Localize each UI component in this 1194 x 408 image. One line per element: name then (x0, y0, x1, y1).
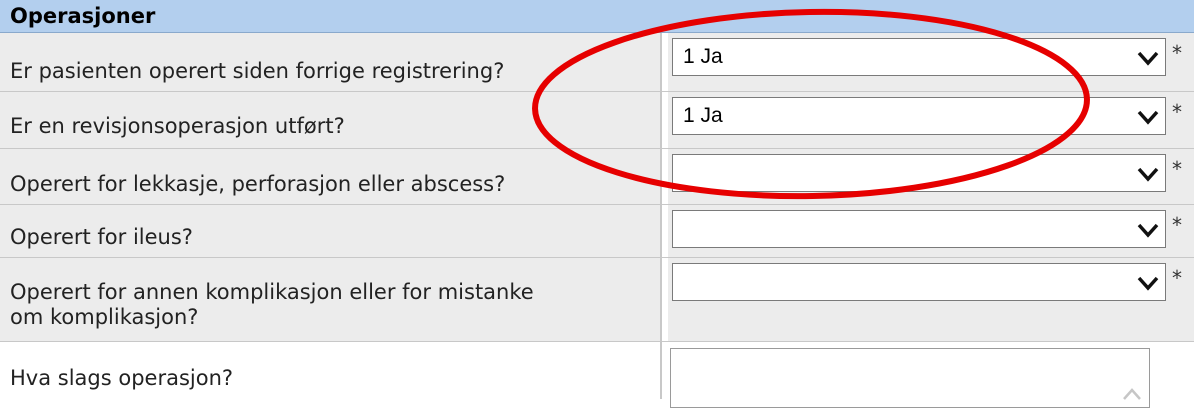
section-title: Operasjoner (10, 4, 156, 28)
form-row: Er pasienten operert siden forrige regis… (0, 33, 1194, 92)
answer-cell: * (668, 149, 1194, 204)
required-marker: * (1172, 100, 1182, 124)
selected-value: 1 Ja (683, 104, 723, 127)
chevron-down-icon[interactable] (1137, 221, 1159, 239)
required-marker: * (1172, 266, 1182, 290)
required-marker: * (1172, 41, 1182, 65)
question-label: Operert for lekkasje, perforasjon eller … (10, 172, 506, 196)
operation-textarea[interactable] (670, 348, 1150, 408)
question-cell: Operert for lekkasje, perforasjon eller … (0, 149, 662, 204)
question-cell: Er en revisjonsoperasjon utført? (0, 92, 662, 148)
question-label: Operert for ileus? (10, 225, 193, 249)
chevron-down-icon[interactable] (1137, 274, 1159, 292)
question-label: Hva slags operasjon? (10, 366, 234, 390)
answer-select[interactable]: 1 Ja (672, 97, 1166, 135)
answer-cell: * (668, 205, 1194, 257)
required-marker: * (1172, 157, 1182, 181)
chevron-down-icon[interactable] (1137, 49, 1159, 67)
selected-value: 1 Ja (683, 45, 723, 68)
section-header: Operasjoner (0, 0, 1194, 33)
required-marker: * (1172, 213, 1182, 237)
question-label: Er en revisjonsoperasjon utført? (10, 114, 345, 138)
form-row: Operert for lekkasje, perforasjon eller … (0, 149, 1194, 205)
answer-select[interactable] (672, 210, 1166, 248)
form-row: Operert for ileus? * (0, 205, 1194, 258)
question-cell: Operert for ileus? (0, 205, 662, 257)
question-label-line2: om komplikasjon? (10, 305, 199, 329)
answer-select[interactable]: 1 Ja (672, 38, 1166, 76)
question-cell: Er pasienten operert siden forrige regis… (0, 33, 662, 91)
chevron-down-icon[interactable] (1137, 165, 1159, 183)
answer-select[interactable] (672, 154, 1166, 192)
question-label-line1: Operert for annen komplikasjon eller for… (10, 280, 534, 304)
form-row: Operert for annen komplikasjon eller for… (0, 258, 1194, 342)
answer-cell: 1 Ja * (668, 33, 1194, 91)
answer-cell: * (668, 258, 1194, 341)
question-label: Er pasienten operert siden forrige regis… (10, 59, 505, 83)
question-cell: Operert for annen komplikasjon eller for… (0, 258, 662, 341)
chevron-down-icon[interactable] (1137, 108, 1159, 126)
answer-cell: 1 Ja * (668, 92, 1194, 148)
form-row: Er en revisjonsoperasjon utført? 1 Ja * (0, 92, 1194, 149)
question-cell: Hva slags operasjon? (0, 342, 662, 399)
answer-select[interactable] (672, 263, 1166, 301)
